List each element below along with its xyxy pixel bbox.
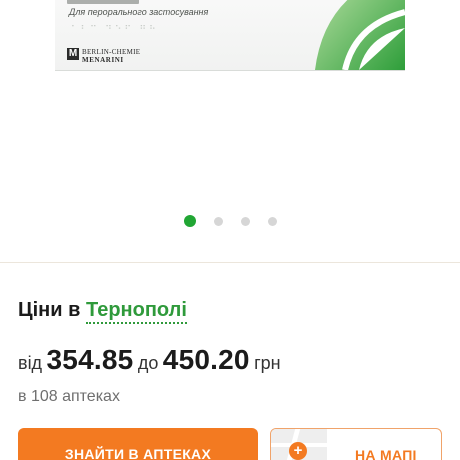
price-min: 354.85 <box>46 344 134 375</box>
city-link[interactable]: Тернополі <box>85 299 187 324</box>
map-pin-plus-icon: + <box>289 442 307 460</box>
package-green-arc <box>315 0 405 70</box>
price-from-label: від <box>18 353 43 373</box>
on-map-button[interactable]: + НА МАПІ <box>270 428 442 460</box>
product-page: Для перорального застосування ⠁⠃⠉ ⠙⠑⠋ ⠛⠓… <box>0 0 460 460</box>
section-divider <box>0 262 460 263</box>
prices-title-prefix: Ціни в <box>18 299 81 321</box>
manufacturer-sub: MENARINI <box>82 56 124 64</box>
price-currency: грн <box>254 353 281 373</box>
on-map-label: НА МАПІ <box>355 447 417 460</box>
pager-dot-4[interactable] <box>267 216 277 226</box>
carousel-pager <box>0 215 460 227</box>
manufacturer-name: BERLIN-CHEMIE <box>82 48 141 56</box>
price-to-label: до <box>137 353 159 373</box>
product-image-carousel[interactable]: Для перорального застосування ⠁⠃⠉ ⠙⠑⠋ ⠛⠓… <box>0 0 460 200</box>
product-package-image: Для перорального застосування ⠁⠃⠉ ⠙⠑⠋ ⠛⠓… <box>55 0 405 71</box>
map-thumbnail: + <box>271 429 327 460</box>
package-braille: ⠁⠃⠉ ⠙⠑⠋ ⠛⠓ <box>71 24 159 34</box>
prices-title: Ціни в Тернополі <box>18 299 187 324</box>
package-usage-text: Для перорального застосування <box>69 7 209 17</box>
pager-dot-2[interactable] <box>213 216 223 226</box>
pharmacy-count: в 108 аптеках <box>18 388 120 405</box>
find-in-pharmacies-button[interactable]: ЗНАЙТИ В АПТЕКАХ <box>18 428 258 460</box>
price-range: від 354.85 до 450.20 грн <box>18 344 281 376</box>
manufacturer-logo-mark: M <box>67 48 79 60</box>
price-max: 450.20 <box>162 344 250 375</box>
pager-dot-1[interactable] <box>183 215 196 227</box>
manufacturer-logo: M BERLIN-CHEMIE MENARINI <box>67 48 140 64</box>
package-count-text <box>67 0 139 4</box>
pager-dot-3[interactable] <box>240 216 250 226</box>
